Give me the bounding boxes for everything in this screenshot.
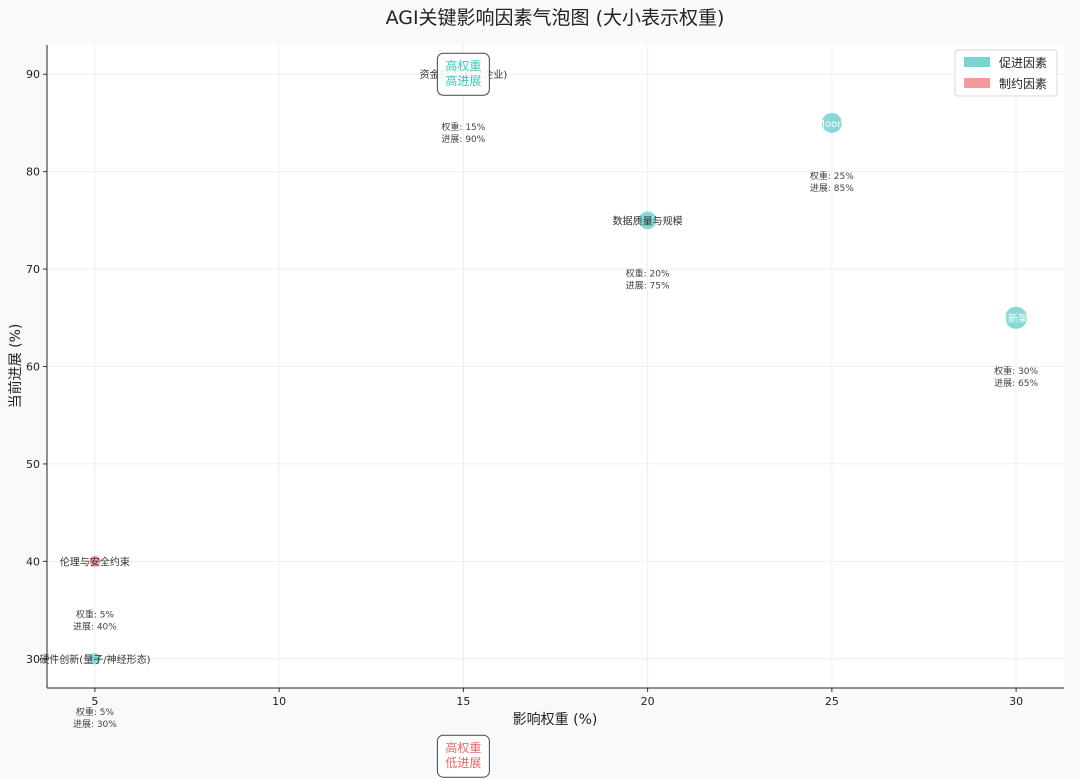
legend-label: 促进因素	[999, 56, 1047, 70]
bubble-label: 硬件创新(量子/神经形态)	[39, 653, 150, 666]
annotation-text: 高权重	[445, 58, 481, 73]
legend-label: 制约因素	[999, 76, 1047, 91]
x-tick-label: 10	[272, 695, 286, 708]
bubble-label: Moore	[816, 119, 847, 130]
bubble-info: 进展: 85%	[810, 183, 854, 194]
bubble-info: 进展: 90%	[441, 134, 485, 145]
bubble-info: 权重: 15%	[441, 121, 485, 133]
y-tick-label: 50	[26, 458, 40, 471]
bubble-info: 权重: 5%	[76, 706, 115, 718]
x-tick-label: 5	[91, 695, 98, 708]
y-axis-label: 当前进展 (%)	[7, 324, 24, 409]
x-tick-label: 30	[1009, 695, 1023, 708]
bubble-info: 权重: 5%	[76, 608, 115, 620]
bubble-info: 权重: 25%	[810, 170, 854, 182]
x-tick-label: 15	[456, 695, 470, 708]
x-axis-label: 影响权重 (%)	[513, 712, 598, 728]
chart-title: AGI关键影响因素气泡图 (大小表示权重)	[386, 7, 725, 29]
bubble-info: 进展: 30%	[73, 719, 117, 730]
bubble-chart: 5101520253030405060708090 资金投入(科技企业)权重: …	[0, 0, 1080, 779]
x-tick-label: 25	[825, 695, 839, 708]
annotation-text: 高进展	[445, 73, 481, 88]
legend: 促进因素制约因素	[954, 49, 1058, 97]
bubble-label: (新架	[1004, 312, 1028, 325]
y-tick-label: 60	[26, 361, 40, 374]
bubble-info: 进展: 75%	[626, 280, 670, 291]
bubble-info: 权重: 20%	[626, 267, 670, 279]
bubble-info: 进展: 40%	[73, 621, 117, 632]
y-tick-label: 90	[26, 68, 40, 81]
y-tick-label: 70	[26, 263, 40, 276]
annotation-text: 高权重	[445, 740, 481, 755]
bubble-info: 进展: 65%	[994, 378, 1038, 389]
bubble-info: 权重: 30%	[994, 365, 1038, 377]
x-tick-label: 20	[641, 695, 655, 708]
y-tick-label: 40	[26, 555, 40, 568]
y-tick-label: 80	[26, 166, 40, 179]
annotation-text: 低进展	[445, 756, 481, 770]
bubble-label: 伦理与安全约束	[60, 555, 130, 568]
legend-swatch	[964, 57, 990, 67]
bubble-label: 数据质量与规模	[613, 214, 683, 227]
y-tick-label: 30	[26, 653, 40, 666]
legend-swatch	[964, 78, 990, 88]
